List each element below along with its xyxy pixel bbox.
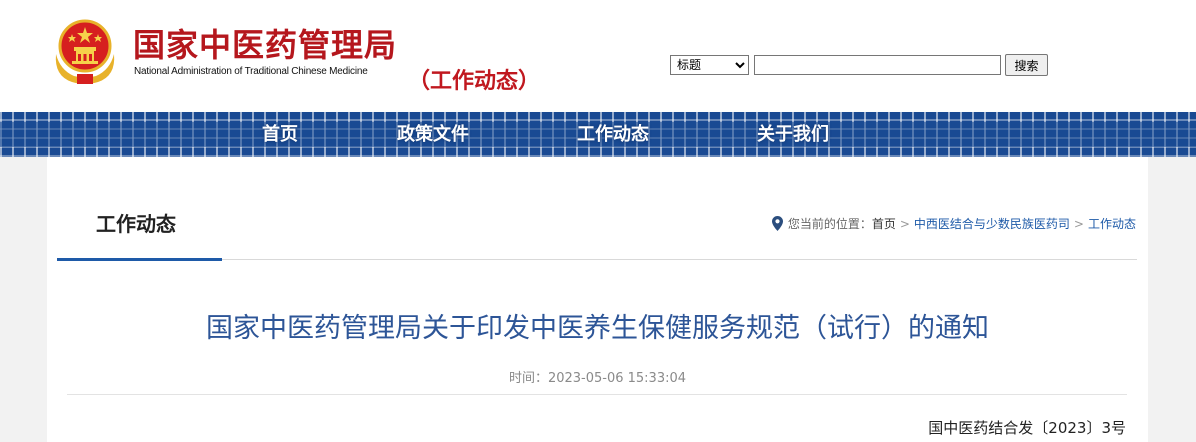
article-publish-time: 时间：2023-05-06 15:33:04 [508,371,687,386]
breadcrumb-current-link[interactable]: 工作动态 [1088,215,1136,232]
breadcrumb-separator: > [1073,216,1084,231]
org-name-cn: 国家中医药管理局 [133,26,398,64]
search-field-select[interactable]: 标题 [670,55,749,75]
nav-item-work-news[interactable]: 工作动态 [577,112,649,157]
main-nav: 首页 政策文件 工作动态 关于我们 [0,112,1196,157]
nav-item-policy[interactable]: 政策文件 [397,112,469,157]
org-name-en: National Administration of Traditional C… [134,66,368,77]
breadcrumb-prefix: 您当前的位置： [787,217,872,231]
content-card: 工作动态 您当前的位置： 首页 > 中西医结合与少数民族医药司 > 工作动态 国… [47,157,1148,442]
section-title: 工作动态 [96,212,176,236]
national-emblem-icon [55,19,115,84]
breadcrumb: 您当前的位置： 首页 > 中西医结合与少数民族医药司 > 工作动态 [771,215,1136,232]
location-pin-icon [771,216,783,231]
nav-item-home[interactable]: 首页 [262,112,298,157]
article-title: 国家中医药管理局关于印发中医养生保健服务规范（试行）的通知 [206,313,989,344]
section-tag: （工作动态） [408,69,541,94]
document-number: 国中医药结合发〔2023〕3号 [928,419,1126,437]
site-header: 国家中医药管理局 National Administration of Trad… [0,0,1196,112]
search-input[interactable] [754,55,1001,75]
search-button[interactable]: 搜索 [1005,54,1048,76]
nav-item-about[interactable]: 关于我们 [757,112,829,157]
article-divider [67,394,1127,395]
breadcrumb-home-link[interactable]: 首页 [872,215,896,232]
tab-active-underline [57,258,222,261]
breadcrumb-separator: > [899,216,910,231]
breadcrumb-department-link[interactable]: 中西医结合与少数民族医药司 [914,215,1070,232]
